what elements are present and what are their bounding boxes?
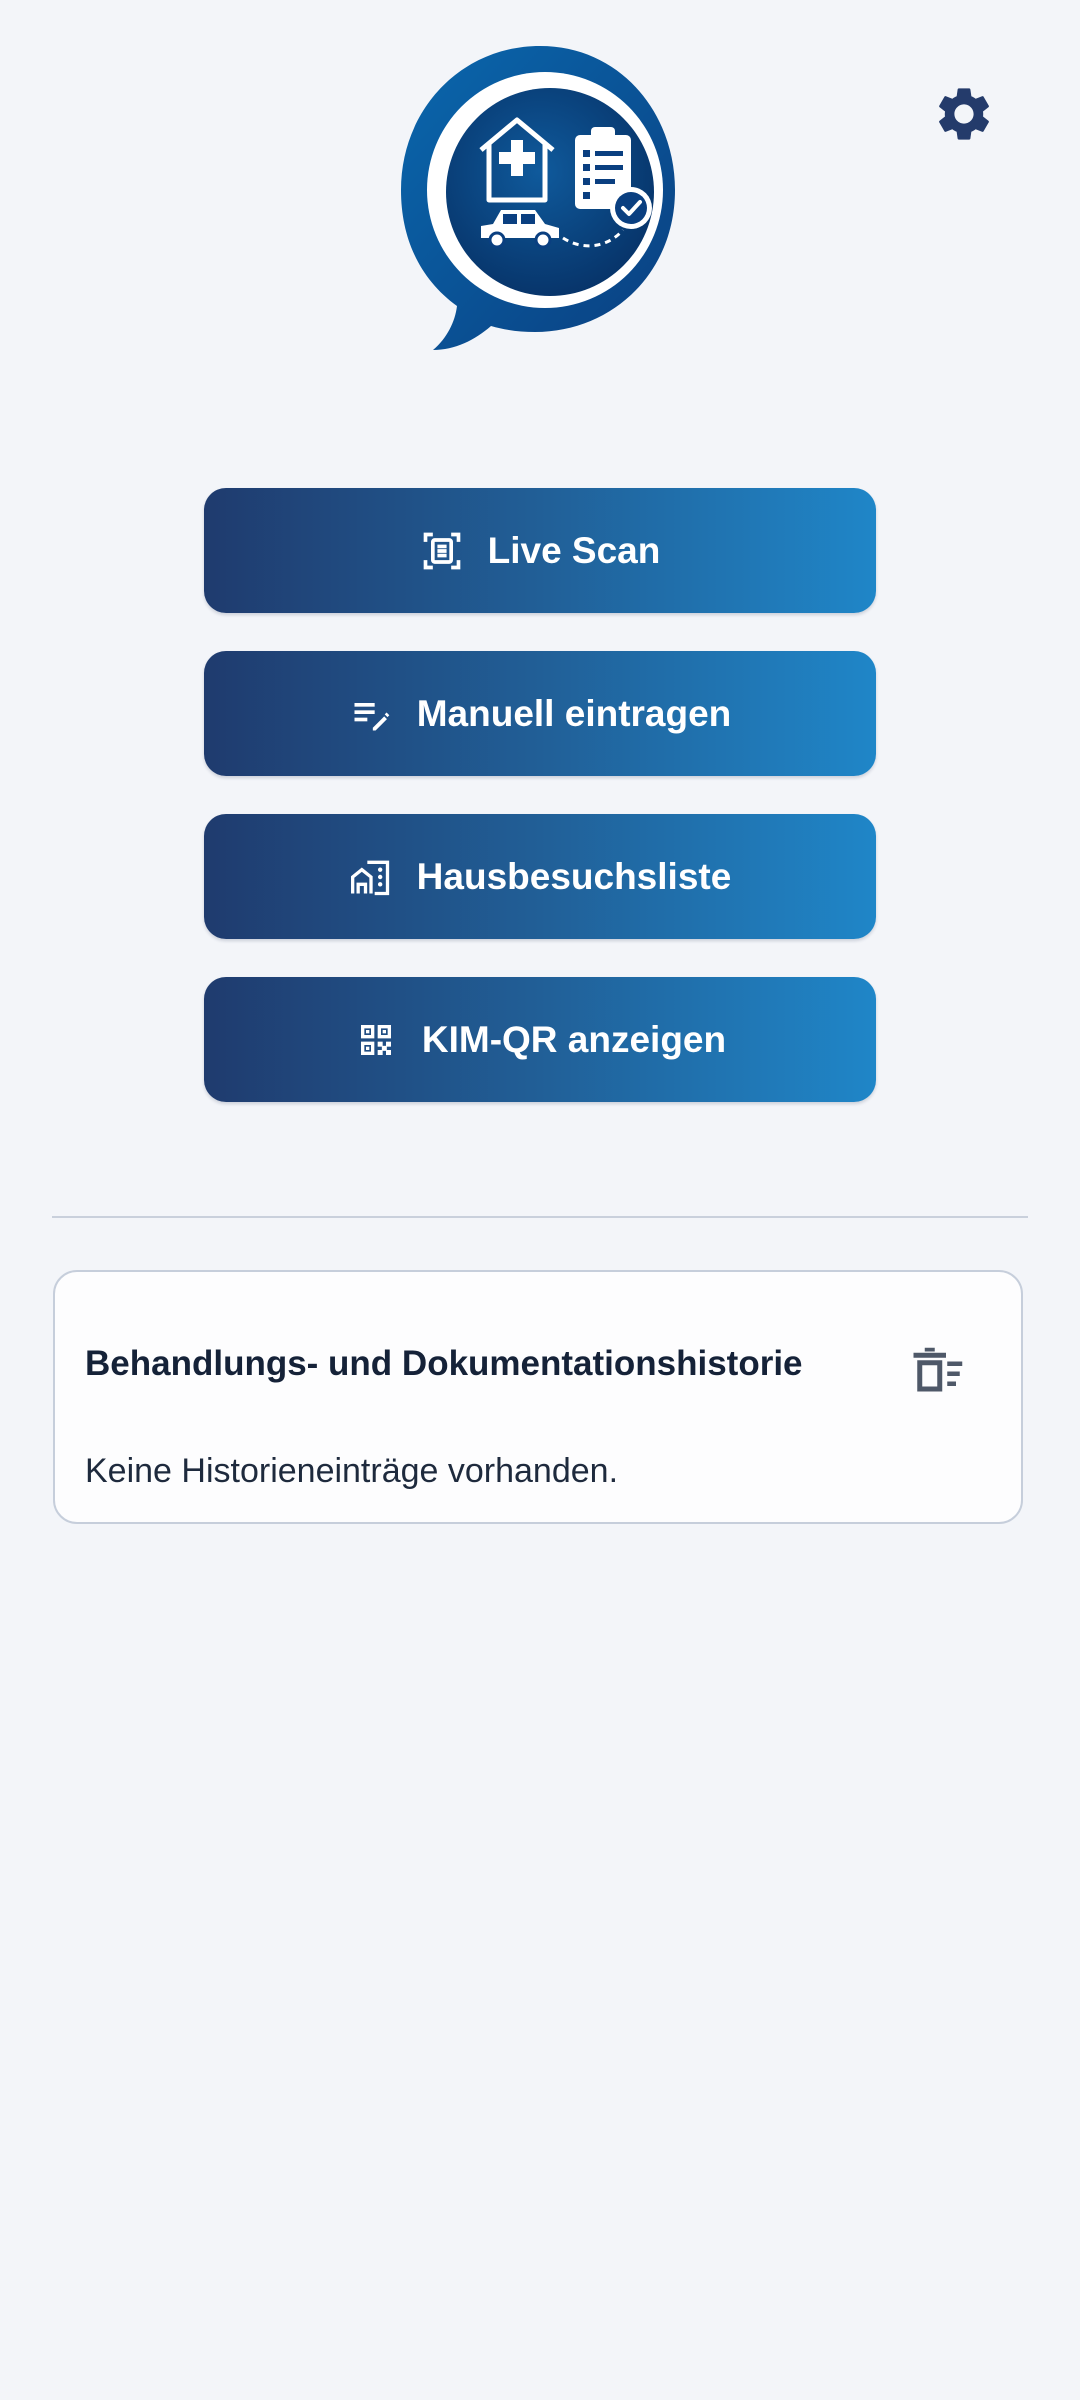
delete-history-button[interactable] [901,1334,971,1404]
app-logo [395,40,685,360]
home-work-icon [349,855,393,899]
action-button-list: Live Scan Manuell eintragen Hausbesuchsl… [204,488,876,1140]
gear-icon [932,82,996,146]
edit-list-icon [349,692,393,736]
kim-qr-button[interactable]: KIM-QR anzeigen [204,977,876,1102]
kim-qr-label: KIM-QR anzeigen [421,1018,727,1060]
qr-code-icon [354,1018,398,1062]
delete-history-icon [906,1339,966,1399]
home-visit-list-button[interactable]: Hausbesuchsliste [204,814,876,939]
live-scan-label: Live Scan [487,529,661,571]
live-scan-button[interactable]: Live Scan [204,488,876,613]
manual-entry-label: Manuell eintragen [416,692,732,734]
history-card: Behandlungs- und Dokumentationshistorie … [53,1270,1023,1524]
history-title: Behandlungs- und Dokumentationshistorie [85,1344,803,1383]
document-scan-icon [420,529,464,573]
settings-button[interactable] [924,78,1004,150]
history-empty-text: Keine Historieneinträge vorhanden. [85,1452,619,1490]
home-visit-list-label: Hausbesuchsliste [416,855,732,897]
manual-entry-button[interactable]: Manuell eintragen [204,651,876,776]
section-divider [52,1216,1028,1218]
